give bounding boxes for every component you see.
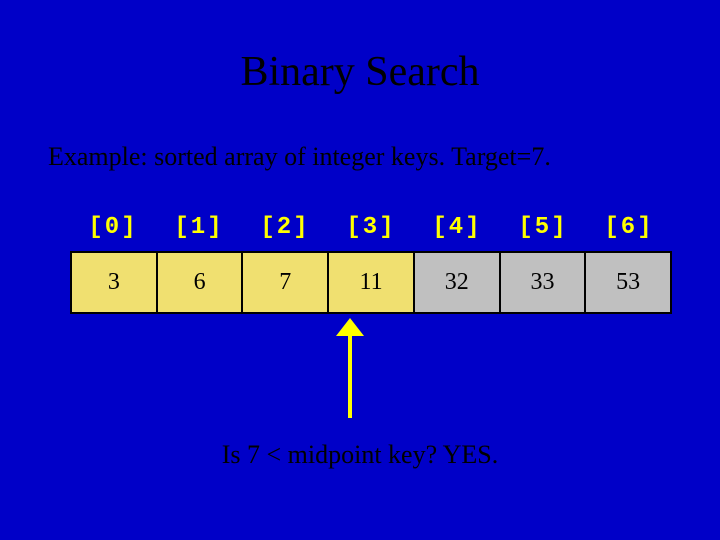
array-cell: 7 — [243, 253, 329, 312]
midpoint-arrow-icon — [330, 318, 370, 418]
array-index: [4] — [414, 214, 500, 251]
array-values-row: 3 6 7 11 32 33 53 — [70, 251, 672, 314]
array-cell: 33 — [501, 253, 587, 312]
array-index: [0] — [70, 214, 156, 251]
comparison-question: Is 7 < midpoint key? YES. — [0, 440, 720, 470]
slide-subtitle: Example: sorted array of integer keys. T… — [48, 142, 551, 172]
array-index: [6] — [586, 214, 672, 251]
array-indices-row: [0] [1] [2] [3] [4] [5] [6] — [70, 214, 672, 251]
array-index: [2] — [242, 214, 328, 251]
array-cell: 53 — [586, 253, 670, 312]
array-diagram: [0] [1] [2] [3] [4] [5] [6] 3 6 7 11 32 … — [70, 214, 672, 314]
array-index: [1] — [156, 214, 242, 251]
array-index: [3] — [328, 214, 414, 251]
arrow-shaft-icon — [348, 330, 352, 418]
slide-title: Binary Search — [0, 48, 720, 96]
array-cell: 32 — [415, 253, 501, 312]
array-cell: 3 — [72, 253, 158, 312]
array-index: [5] — [500, 214, 586, 251]
array-cell-midpoint: 11 — [329, 253, 415, 312]
array-cell: 6 — [158, 253, 244, 312]
